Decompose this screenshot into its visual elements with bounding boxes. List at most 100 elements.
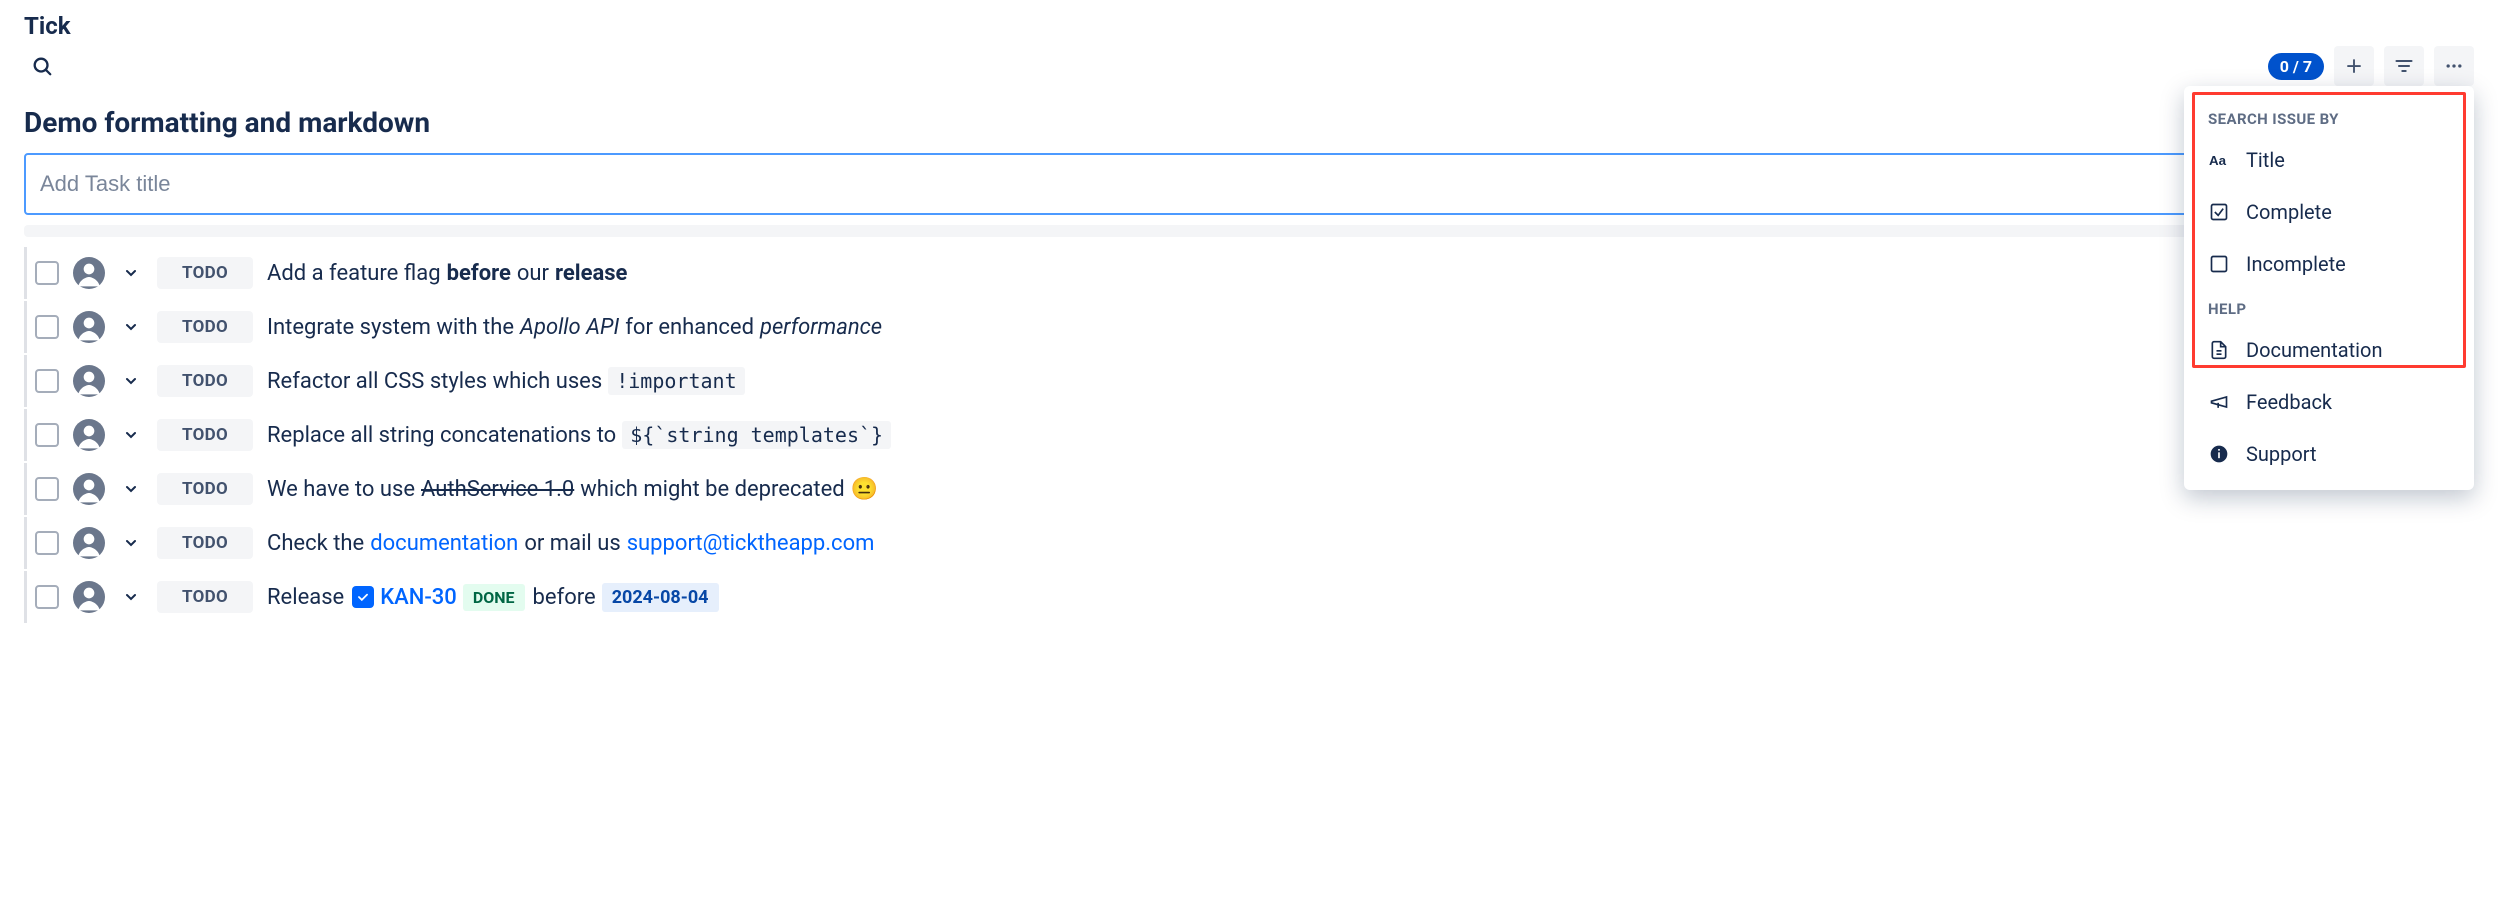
status-chip[interactable]: TODO	[157, 473, 253, 505]
text-fragment: ${`string templates`}	[622, 421, 891, 449]
dropdown-item-label: Support	[2246, 442, 2317, 466]
issue-key: KAN-30	[380, 585, 457, 610]
task-row: TODO Check the documentation or mail us s…	[24, 517, 2474, 569]
text-fragment: our	[517, 261, 549, 286]
dropdown-item-complete[interactable]: Complete	[2184, 186, 2474, 238]
dropdown-item-incomplete[interactable]: Incomplete	[2184, 238, 2474, 290]
dropdown-item-support[interactable]: Support	[2184, 428, 2474, 480]
link[interactable]: support@ticktheapp.com	[627, 531, 875, 556]
task-title[interactable]: Add a feature flag before our release	[267, 261, 627, 286]
dropdown-item-label: Title	[2246, 148, 2285, 172]
filter-icon	[2394, 56, 2414, 76]
more-icon	[2444, 56, 2464, 76]
add-task-input[interactable]	[24, 153, 2474, 215]
expand-chevron[interactable]	[119, 531, 143, 555]
task-title[interactable]: Check the documentation or mail us suppo…	[267, 531, 874, 556]
add-button[interactable]	[2334, 46, 2374, 86]
text-fragment: Add a feature flag	[267, 261, 441, 286]
filter-button[interactable]	[2384, 46, 2424, 86]
text-fragment: before	[447, 261, 511, 286]
task-row: TODO Replace all string concatenations to…	[24, 409, 2474, 461]
status-chip[interactable]: TODO	[157, 527, 253, 559]
text-fragment: Integrate system with the	[267, 315, 514, 340]
toolbar: 0 / 7	[2268, 46, 2474, 86]
date-chip: 2024-08-04	[602, 583, 719, 612]
text-fragment: release	[555, 261, 627, 286]
dropdown-section-help: HELP	[2184, 290, 2474, 324]
task-row: TODO Integrate system with the Apollo API…	[24, 301, 2474, 353]
task-row: TODO Release KAN-30DONE before 2024-08-04	[24, 571, 2474, 623]
text-fragment: performance	[760, 315, 882, 340]
expand-chevron[interactable]	[119, 369, 143, 393]
expand-chevron[interactable]	[119, 585, 143, 609]
text-fragment: or mail us	[524, 531, 620, 556]
dropdown-item-title[interactable]: Aa Title	[2184, 134, 2474, 186]
checkbox-empty-icon	[2208, 253, 2230, 275]
svg-text:Aa: Aa	[2209, 153, 2227, 168]
assignee-avatar[interactable]	[73, 311, 105, 343]
text-fragment: Check the	[267, 531, 364, 556]
megaphone-icon	[2208, 391, 2230, 413]
status-chip[interactable]: TODO	[157, 581, 253, 613]
task-checkbox[interactable]	[35, 585, 59, 609]
task-title[interactable]: Refactor all CSS styles which uses !impo…	[267, 367, 745, 395]
link[interactable]: documentation	[370, 531, 518, 556]
task-checkbox[interactable]	[35, 477, 59, 501]
info-icon	[2208, 443, 2230, 465]
text-fragment: !important	[608, 367, 744, 395]
expand-chevron[interactable]	[119, 423, 143, 447]
dropdown-item-label: Feedback	[2246, 390, 2332, 414]
more-button[interactable]	[2434, 46, 2474, 86]
dropdown-item-documentation[interactable]: Documentation	[2184, 324, 2474, 376]
more-dropdown: SEARCH ISSUE BY Aa Title Complete Incomp…	[2184, 86, 2474, 490]
dropdown-section-search: SEARCH ISSUE BY	[2184, 100, 2474, 134]
text-fragment: Release	[267, 585, 344, 610]
expand-chevron[interactable]	[119, 315, 143, 339]
text-fragment: Refactor all CSS styles which uses	[267, 369, 602, 394]
assignee-avatar[interactable]	[73, 473, 105, 505]
expand-chevron[interactable]	[119, 477, 143, 501]
expand-chevron[interactable]	[119, 261, 143, 285]
task-row: TODO Refactor all CSS styles which uses !…	[24, 355, 2474, 407]
text-fragment: which might be deprecated	[580, 477, 844, 502]
assignee-avatar[interactable]	[73, 419, 105, 451]
status-chip[interactable]: TODO	[157, 257, 253, 289]
spacer	[24, 225, 2474, 237]
task-checkbox[interactable]	[35, 369, 59, 393]
task-title[interactable]: Integrate system with the Apollo API for…	[267, 315, 882, 340]
text-fragment: Replace all string concatenations to	[267, 423, 616, 448]
text-fragment: We have to use	[267, 477, 415, 502]
assignee-avatar[interactable]	[73, 581, 105, 613]
task-list: TODO Add a feature flag before our releas…	[24, 247, 2474, 623]
task-title[interactable]: Replace all string concatenations to ${`…	[267, 421, 891, 449]
text-fragment: before	[533, 585, 596, 610]
task-checkbox[interactable]	[35, 261, 59, 285]
search-button[interactable]	[24, 48, 60, 84]
task-title[interactable]: Release KAN-30DONE before 2024-08-04	[267, 583, 719, 612]
text-fragment: Apollo API	[520, 315, 619, 340]
task-checkbox[interactable]	[35, 531, 59, 555]
issue-type-icon	[352, 586, 374, 608]
text-fragment: AuthService 1.0	[421, 477, 574, 502]
text-icon: Aa	[2208, 149, 2230, 171]
assignee-avatar[interactable]	[73, 527, 105, 559]
issue-reference[interactable]: KAN-30DONE	[350, 584, 526, 611]
app-title: Tick	[24, 12, 2474, 40]
page-title: Demo formatting and markdown	[24, 106, 2474, 139]
assignee-avatar[interactable]	[73, 365, 105, 397]
task-title[interactable]: We have to use AuthService 1.0 which mig…	[267, 477, 878, 502]
dropdown-item-label: Incomplete	[2246, 252, 2346, 276]
checkbox-checked-icon	[2208, 201, 2230, 223]
assignee-avatar[interactable]	[73, 257, 105, 289]
plus-icon	[2345, 57, 2363, 75]
task-checkbox[interactable]	[35, 315, 59, 339]
task-row: TODO Add a feature flag before our releas…	[24, 247, 2474, 299]
count-badge: 0 / 7	[2268, 53, 2324, 80]
task-checkbox[interactable]	[35, 423, 59, 447]
status-chip[interactable]: TODO	[157, 419, 253, 451]
search-icon	[31, 55, 53, 77]
status-chip[interactable]: TODO	[157, 311, 253, 343]
status-chip[interactable]: TODO	[157, 365, 253, 397]
text-fragment: for enhanced	[625, 315, 754, 340]
dropdown-item-feedback[interactable]: Feedback	[2184, 376, 2474, 428]
